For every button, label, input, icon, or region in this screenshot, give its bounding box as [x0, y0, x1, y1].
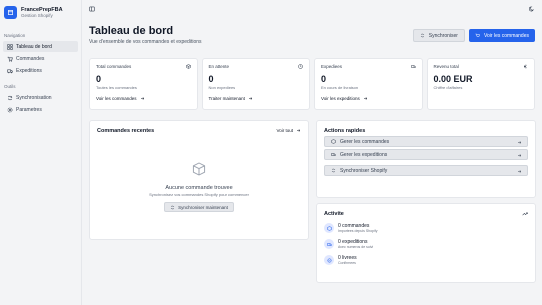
manage-shipments-button[interactable]: Gerer les expeditions	[324, 149, 528, 160]
trend-up-icon	[522, 212, 528, 216]
app-logo-icon	[4, 6, 17, 19]
arrow-right-icon	[518, 170, 522, 173]
sidebar: FrancePrepFBA Gestion Shopify Navigation…	[0, 0, 82, 305]
sync-icon	[331, 168, 336, 173]
clock-icon	[298, 64, 303, 69]
stat-value: 0	[96, 74, 102, 84]
sync-now-label: Synchroniser maintenant	[178, 204, 228, 210]
quick-action-label: Gerer les commandes	[340, 138, 390, 145]
sync-icon	[170, 205, 175, 209]
gear-icon	[7, 107, 13, 112]
quick-action-label: Synchroniser Shopify	[340, 167, 388, 174]
arrow-right-icon	[297, 129, 301, 132]
stat-card-pending: En attente 0 Non expediees Traiter maint…	[201, 58, 310, 110]
arrow-right-icon	[140, 97, 144, 100]
grid-icon	[7, 43, 13, 50]
activity-item: 0 commandes Importees depuis Shopify	[324, 223, 528, 233]
view-shipments-link[interactable]: Voir les expeditions	[321, 96, 416, 101]
stat-card-revenue: Revenu total 0.00 EUR Chiffre d'affaires	[426, 58, 535, 110]
sidebar-item-sync[interactable]: Synchronisation	[3, 92, 78, 103]
cart-icon	[475, 33, 480, 37]
tools-section-label: Outils	[4, 84, 16, 89]
activity-item: 0 livrees Confirmees	[324, 255, 528, 265]
sync-icon	[7, 95, 13, 100]
quick-actions-card: Actions rapides Gerer les commandes Gere…	[316, 120, 536, 198]
view-orders-label: Voir les commandes	[483, 32, 529, 39]
sync-button-label: Synchroniser	[428, 32, 458, 39]
box-icon	[331, 139, 336, 144]
arrow-right-icon	[518, 154, 522, 157]
sidebar-item-orders[interactable]: Commandes	[3, 53, 78, 64]
stat-card-total-orders: Total commandes 0 Toutes les commandes V…	[89, 58, 198, 110]
activity-title: Activite	[324, 211, 344, 217]
sync-shopify-button[interactable]: Synchroniser Shopify	[324, 165, 528, 176]
truck-icon	[7, 69, 13, 73]
sidebar-item-label: Synchronisation	[16, 94, 52, 101]
empty-title: Aucune commande trouvee	[165, 185, 233, 191]
arrow-right-icon	[363, 97, 368, 100]
stat-link-label: Traiter maintenant	[208, 96, 245, 101]
stat-link-label: Voir les expeditions	[321, 96, 360, 101]
sync-now-button[interactable]: Synchroniser maintenant	[164, 202, 234, 212]
activity-item: 0 expeditions Avec numeros de suivi	[324, 239, 528, 249]
sidebar-item-label: Commandes	[16, 55, 45, 62]
recent-orders-card: Commandes recentes Voir tout Aucune comm…	[89, 120, 309, 240]
page-header: Tableau de bord Vue d'ensemble de vos co…	[89, 25, 535, 47]
empty-state: Aucune commande trouvee Synchronisez vos…	[90, 161, 308, 212]
stat-link-label: Voir les commandes	[96, 96, 137, 101]
sidebar-item-dashboard[interactable]: Tableau de bord	[3, 41, 78, 52]
sidebar-item-settings[interactable]: Parametres	[3, 104, 78, 115]
activity-item-sub: Avec numeros de suivi	[338, 245, 374, 249]
brand: FrancePrepFBA Gestion Shopify	[0, 0, 81, 25]
quick-action-label: Gerer les expeditions	[340, 151, 388, 158]
truck-icon	[324, 239, 334, 249]
stat-caption: En cours de livraison	[321, 85, 359, 90]
activity-item-sub: Importees depuis Shopify	[338, 229, 378, 233]
stats-row: Total commandes 0 Toutes les commandes V…	[89, 58, 535, 110]
process-now-link[interactable]: Traiter maintenant	[209, 96, 304, 101]
sync-button[interactable]: Synchroniser	[412, 29, 465, 42]
sidebar-item-label: Tableau de bord	[16, 43, 52, 50]
stat-label: En attente	[208, 64, 230, 69]
arrow-right-icon	[518, 141, 522, 144]
view-orders-link[interactable]: Voir les commandes	[96, 96, 191, 101]
stat-label: Total commandes	[96, 64, 132, 69]
stat-card-shipped: Expediees 0 En cours de livraison Voir l…	[314, 58, 423, 110]
sidebar-toggle-icon[interactable]	[88, 5, 96, 13]
stat-value: 0.00 EUR	[433, 74, 473, 84]
activity-item-sub: Confirmees	[338, 261, 356, 265]
sidebar-item-label: Parametres	[16, 106, 42, 113]
check-icon	[324, 255, 334, 265]
stat-caption: Chiffre d'affaires	[433, 85, 463, 90]
arrow-right-icon	[248, 97, 253, 100]
manage-orders-button[interactable]: Gerer les commandes	[324, 136, 528, 147]
truck-icon	[331, 153, 336, 156]
stat-caption: Non expediees	[208, 85, 236, 90]
stat-label: Expediees	[321, 64, 343, 69]
stat-value: 0	[208, 74, 214, 84]
topbar	[82, 0, 542, 17]
see-all-label: Voir tout	[276, 128, 293, 133]
truck-icon	[410, 65, 416, 68]
quick-actions-title: Actions rapides	[324, 128, 366, 134]
brand-subtitle: Gestion Shopify	[21, 13, 53, 18]
box-icon	[185, 64, 191, 69]
box-icon	[324, 223, 334, 233]
view-orders-button[interactable]: Voir les commandes	[468, 29, 535, 42]
recent-orders-title: Commandes recentes	[97, 128, 155, 134]
theme-toggle-icon[interactable]	[528, 5, 536, 13]
sync-icon	[420, 33, 425, 38]
sidebar-item-label: Expeditions	[16, 67, 42, 74]
stat-caption: Toutes les commandes	[96, 85, 137, 90]
package-icon	[192, 162, 206, 176]
see-all-link[interactable]: Voir tout	[276, 128, 301, 133]
stat-value: 0	[321, 74, 327, 84]
empty-subtitle: Synchronisez vos commandes Shopify pour …	[149, 192, 249, 197]
euro-icon	[524, 64, 527, 69]
sidebar-item-shipments[interactable]: Expeditions	[3, 65, 78, 76]
activity-card: Activite 0 commandes Importees depuis Sh…	[316, 203, 536, 283]
nav-section-label: Navigation	[4, 33, 26, 38]
stat-label: Revenu total	[433, 64, 459, 69]
cart-icon	[7, 56, 13, 62]
